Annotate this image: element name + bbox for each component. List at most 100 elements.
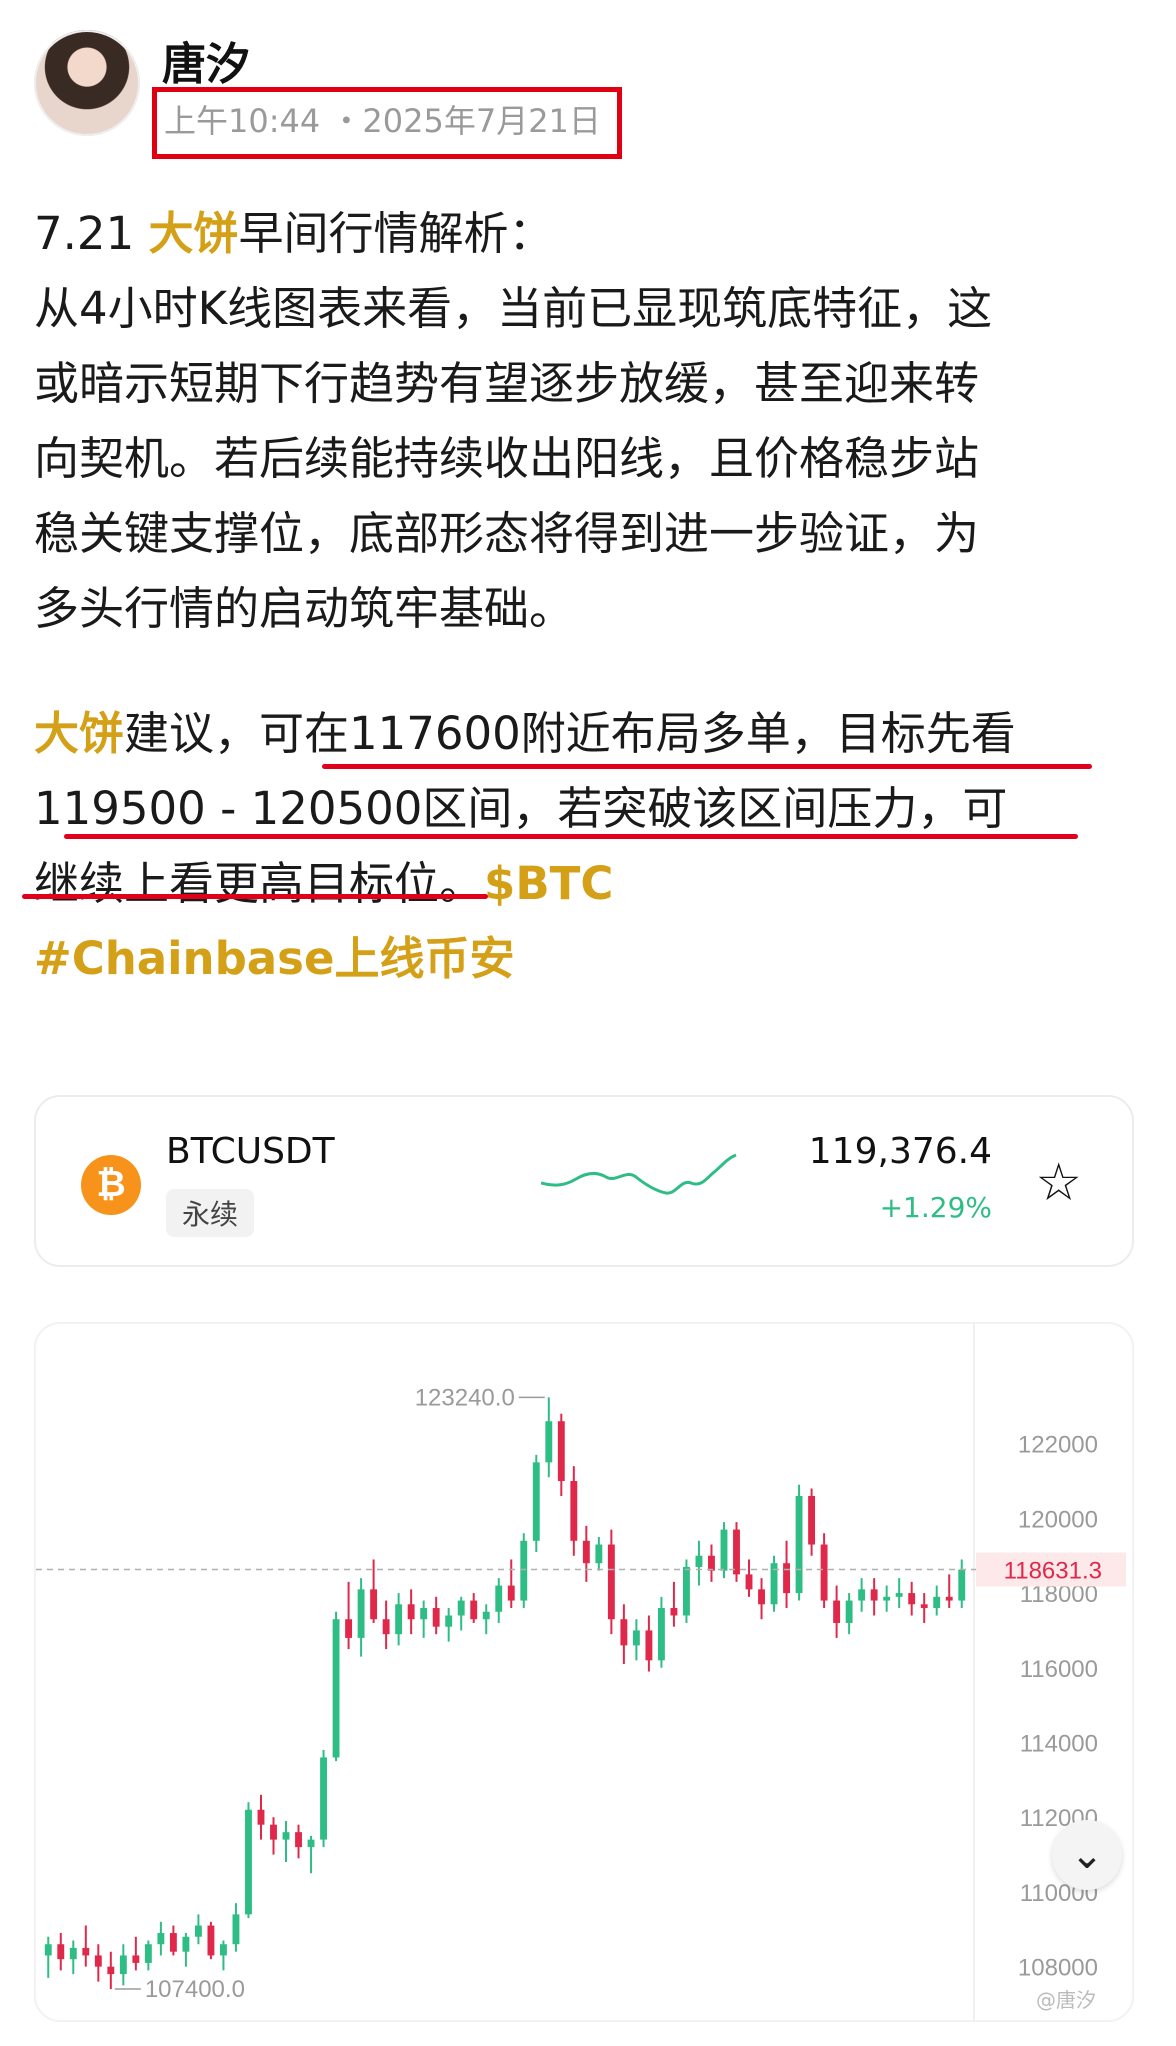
candle-body: [920, 1604, 928, 1609]
body-line: 稳关键支撑位，底部形态将得到进一步验证，为: [34, 507, 980, 560]
advice-line: 大饼建议，可在117600附近布局多单，目标先看: [34, 696, 1144, 771]
candle-body: [958, 1569, 966, 1601]
price-sparkline: [541, 1153, 737, 1195]
candle-body: [44, 1944, 52, 1956]
high-price-label: 123240.0: [415, 1384, 515, 1411]
candle-body: [194, 1925, 202, 1937]
post-body: 7.21 大饼早间行情解析： 从4小时K线图表来看，当前已显现筑底特征，这 或暗…: [34, 196, 1144, 996]
y-tick-label: 120000: [1018, 1506, 1098, 1533]
candle-body: [282, 1832, 290, 1840]
ticker-symbol: BTCUSDT: [166, 1131, 335, 1172]
avatar[interactable]: [34, 30, 140, 136]
candle-body: [320, 1757, 327, 1840]
candle-body: [845, 1600, 853, 1623]
candle-body: [470, 1600, 478, 1620]
candle-body: [94, 1955, 102, 1967]
candle-body: [432, 1608, 440, 1627]
candle-body: [69, 1947, 77, 1960]
watermark: @唐汐: [1036, 1988, 1096, 2012]
candle-body: [169, 1933, 177, 1952]
candle-body: [332, 1619, 340, 1758]
candle-body: [570, 1481, 578, 1541]
candle-body: [620, 1619, 628, 1646]
candle-body: [370, 1589, 378, 1620]
y-tick-label: 108000: [1018, 1955, 1098, 1982]
candle-body: [783, 1563, 790, 1594]
candle-body: [457, 1600, 465, 1616]
candle-body: [632, 1630, 640, 1646]
candle-body: [220, 1944, 227, 1956]
candle-body: [382, 1619, 390, 1635]
candle-body: [945, 1596, 953, 1601]
candle-body: [245, 1809, 252, 1915]
candle-body: [532, 1462, 540, 1541]
candle-body: [820, 1544, 828, 1601]
candle-body: [295, 1832, 302, 1848]
candle-body: [657, 1608, 665, 1661]
candle-body: [132, 1955, 140, 1963]
candle-body: [57, 1944, 65, 1960]
btc-tag-link[interactable]: $BTC: [484, 857, 613, 910]
hashtag-link[interactable]: #Chainbase上线币安: [34, 921, 1144, 996]
candle-body: [695, 1555, 703, 1567]
candle-body: [257, 1809, 265, 1825]
advice-highlight[interactable]: 大饼: [34, 707, 124, 760]
ticker-price: 119,376.4: [808, 1131, 992, 1172]
candle-body: [557, 1421, 565, 1482]
title-highlight[interactable]: 大饼: [149, 207, 239, 260]
candle-body: [207, 1925, 215, 1956]
post-title: 7.21 大饼早间行情解析：: [34, 196, 1144, 271]
star-outline-icon[interactable]: ☆: [1035, 1153, 1082, 1213]
advice-text: 继续上看更高目标位。: [34, 857, 485, 910]
candle-body: [895, 1593, 903, 1597]
candle-body: [270, 1824, 277, 1840]
y-tick-label: 116000: [1020, 1656, 1098, 1683]
candle-body: [182, 1936, 190, 1952]
candlestick-chart[interactable]: 122000 120000 118000 116000 114000 112000 1100…: [34, 1322, 1134, 2022]
candle-body: [808, 1495, 816, 1545]
candle-body: [708, 1555, 715, 1571]
candle-body: [157, 1933, 165, 1945]
y-tick-label: 122000: [1018, 1432, 1098, 1459]
candle-body: [520, 1540, 528, 1601]
candle-body: [82, 1947, 90, 1956]
candle-body: [745, 1574, 753, 1590]
candle-body: [645, 1630, 653, 1661]
candle-body: [119, 1955, 127, 1975]
body-line: 多头行情的启动筑牢基础。: [34, 582, 575, 635]
candle-body: [833, 1600, 841, 1623]
current-price-label: 118631.3: [1004, 1557, 1102, 1584]
candle-body: [107, 1966, 115, 1975]
candle-body: [395, 1604, 403, 1635]
candle-body: [883, 1596, 891, 1601]
candle-body: [495, 1585, 503, 1612]
body-line: 或暗示短期下行趋势有望逐步放缓，甚至迎来转: [34, 357, 980, 410]
candle-body: [345, 1619, 353, 1638]
contract-type-badge: 永续: [166, 1189, 255, 1237]
candle-body: [482, 1611, 490, 1620]
candle-body: [683, 1566, 690, 1616]
advice-line: 继续上看更高目标位。$BTC: [34, 846, 1144, 921]
body-line: 向契机。若后续能持续收出阳线，且价格稳步站: [34, 432, 980, 485]
author-name[interactable]: 唐汐: [162, 28, 250, 92]
candle-body: [445, 1615, 453, 1627]
y-tick-label: 114000: [1020, 1731, 1098, 1758]
low-price-label: 107400.0: [145, 1976, 245, 2003]
candle-body: [720, 1529, 728, 1571]
candle-body: [870, 1589, 878, 1601]
double-chevron-down-icon[interactable]: ⌄: [1052, 1820, 1122, 1890]
candle-body: [758, 1589, 765, 1605]
ticker-card[interactable]: ₿ BTCUSDT 永续 119,376.4 +1.29% ☆: [34, 1095, 1134, 1267]
candle-body: [607, 1544, 615, 1620]
candle-body: [795, 1495, 803, 1594]
candle-body: [232, 1914, 240, 1945]
candle-body: [357, 1589, 365, 1638]
title-text: 早间行情解析：: [238, 207, 554, 260]
annotation-underline: [322, 764, 1092, 769]
candle-body: [420, 1608, 428, 1620]
annotation-underline: [22, 894, 488, 899]
candle-body: [733, 1529, 740, 1575]
candle-body: [933, 1596, 941, 1609]
candle-body: [507, 1585, 515, 1601]
candle-body: [582, 1540, 590, 1564]
